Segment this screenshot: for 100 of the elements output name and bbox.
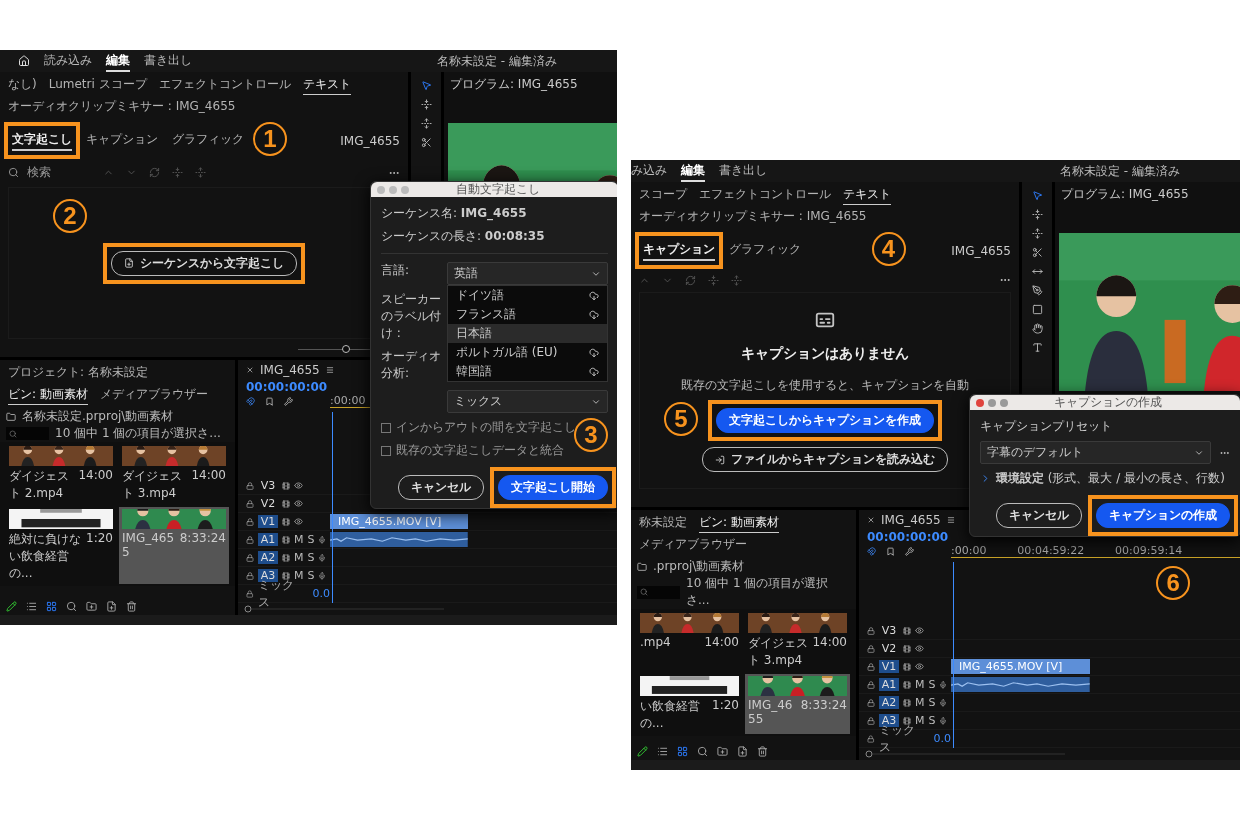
dialog-button[interactable]: 文字起こし開始 — [498, 475, 608, 500]
track-target[interactable]: V3 — [879, 624, 899, 637]
track-target[interactable]: V1 — [879, 660, 899, 673]
panel-tab[interactable]: オーディオクリップミキサー : IMG_4655 — [8, 97, 236, 117]
caption-button[interactable]: 文字起こしからキャプションを作成 — [716, 408, 934, 433]
sub-tab[interactable]: 文字起こし — [12, 130, 72, 151]
ruler-tick: 00:04:59:22 — [1017, 544, 1085, 557]
mute-toggle[interactable]: M — [915, 678, 925, 691]
language-select[interactable]: 英語 — [447, 262, 608, 285]
clip-name: 絶対に負けない飲食経営の... — [9, 531, 82, 582]
clip-item[interactable]: .mp4 14:00 — [637, 611, 742, 671]
checkbox-label: 既存の文字起こしデータと統合 — [396, 442, 564, 459]
track-target[interactable]: V2 — [879, 642, 899, 655]
sub-tab[interactable]: キャプション — [86, 130, 158, 151]
step-number: 5 — [664, 402, 698, 436]
clip-duration: 14:00 — [78, 468, 113, 482]
clip-name: IMG_4655 — [122, 531, 176, 559]
dialog-button[interactable]: キャプションの作成 — [1096, 503, 1230, 528]
panel-tab[interactable]: メディアブラウザー — [99, 385, 208, 405]
search-field[interactable]: 検索 — [8, 164, 91, 181]
language-option[interactable]: フランス語 — [448, 305, 607, 324]
timeline-tab[interactable]: IMG_4655 — [260, 363, 320, 377]
mute-toggle[interactable]: M — [294, 533, 304, 546]
step-number: 6 — [1156, 566, 1191, 600]
timeline-tab[interactable]: IMG_4655 — [881, 513, 941, 527]
mix-value[interactable]: 0.0 — [933, 732, 951, 745]
panel-tab[interactable]: オーディオクリップミキサー : IMG_4655 — [639, 207, 867, 227]
panel-tab[interactable]: プロジェクト: 名称未設定 — [8, 363, 148, 383]
clip-item[interactable]: ダイジェスト 2.mp4 14:00 — [6, 444, 116, 504]
mute-toggle[interactable]: M — [915, 714, 925, 727]
timecode: 00:00:00:00 — [866, 530, 950, 544]
clip-duration: 14:00 — [812, 635, 847, 649]
clip-item[interactable]: IMG_4655 8:33:24 — [119, 507, 229, 584]
clip-name: い飲食経営の... — [640, 698, 701, 732]
track-target[interactable]: A3 — [258, 569, 278, 582]
clip-item[interactable]: IMG_4655 8:33:24 — [745, 674, 850, 734]
dialog-button[interactable]: キャンセル — [398, 475, 484, 500]
panel-tab[interactable]: エフェクトコントロール — [699, 185, 831, 205]
clip-item[interactable]: い飲食経営の... 1:20 — [637, 674, 742, 734]
track-target[interactable]: V2 — [258, 497, 278, 510]
solo-toggle[interactable]: S — [307, 533, 315, 546]
language-option[interactable]: ポルトガル語 (EU) — [448, 343, 607, 362]
panel-tab[interactable]: テキスト — [302, 75, 351, 95]
track-target[interactable]: A1 — [879, 678, 899, 691]
solo-toggle[interactable]: S — [928, 696, 936, 709]
mute-toggle[interactable]: M — [915, 696, 925, 709]
sub-tab[interactable]: グラフィック — [172, 130, 244, 151]
panel-tab[interactable]: スコープ — [639, 185, 687, 205]
caption-button[interactable]: ファイルからキャプションを読み込む — [702, 447, 948, 472]
menu-tab[interactable]: 書き出し — [144, 50, 192, 72]
panel-tab[interactable]: テキスト — [843, 185, 891, 205]
language-option[interactable]: 日本語 — [448, 324, 607, 343]
ruler-tick: :00:00 — [951, 544, 987, 557]
track-target[interactable]: V1 — [258, 515, 278, 528]
clip-item[interactable]: ダイジェスト 3.mp4 14:00 — [119, 444, 229, 504]
solo-toggle[interactable]: S — [307, 551, 315, 564]
empty-description: 既存の文字起こしを使用すると、キャプションを自動 — [681, 377, 969, 394]
field-label: オーディオ分析: — [381, 348, 442, 382]
panel-tab[interactable]: なし) — [8, 75, 37, 95]
language-option[interactable]: ドイツ語 — [448, 286, 607, 305]
solo-toggle[interactable]: S — [307, 569, 315, 582]
track-target[interactable]: A3 — [879, 714, 899, 727]
bin-path: 名称未設定.prproj\動画素材 — [22, 408, 174, 425]
audio-select[interactable]: ミックス — [447, 390, 608, 413]
menu-tab[interactable]: み込み — [631, 160, 667, 182]
mute-toggle[interactable]: M — [294, 551, 304, 564]
field-label: キャプションプリセット — [980, 418, 1113, 435]
field-label: 言語: — [381, 262, 411, 279]
preset-select[interactable]: 字幕のデフォルト — [980, 441, 1211, 464]
window-title: 名称未設定 - 編集済み — [437, 52, 557, 70]
track-target[interactable]: V3 — [258, 479, 278, 492]
panel-tab[interactable]: ビン: 動画素材 — [8, 385, 88, 405]
sub-tab[interactable]: グラフィック — [729, 240, 801, 261]
track-target[interactable]: A2 — [258, 551, 278, 564]
clip-duration: 1:20 — [86, 531, 113, 545]
sub-tab[interactable]: キャプション — [643, 240, 715, 261]
track-target[interactable]: A2 — [879, 696, 899, 709]
transcribe-sequence-button[interactable]: シーケンスから文字起こし — [111, 250, 297, 276]
sequence-name: IMG_4655 — [951, 243, 1011, 258]
clip-item[interactable]: ダイジェスト 3.mp4 14:00 — [745, 611, 850, 671]
dialog-button[interactable]: キャンセル — [996, 503, 1082, 528]
mix-value[interactable]: 0.0 — [312, 587, 330, 600]
solo-toggle[interactable]: S — [928, 714, 936, 727]
ruler-tick: :00:00 — [330, 394, 366, 407]
panel-tab[interactable]: 称未設定 — [639, 513, 687, 533]
panel-tab[interactable]: ビン: 動画素材 — [699, 513, 779, 533]
solo-toggle[interactable]: S — [928, 678, 936, 691]
mute-toggle[interactable]: M — [294, 569, 304, 582]
ruler-tick: 00:09:59:14 — [1115, 544, 1183, 557]
sequence-info: シーケンス名: IMG_4655 — [381, 205, 528, 222]
menu-tab[interactable]: 読み込み — [44, 50, 92, 72]
clip-item[interactable]: 絶対に負けない飲食経営の... 1:20 — [6, 507, 116, 584]
track-target[interactable]: A1 — [258, 533, 278, 546]
panel-tab[interactable]: Lumetri スコープ — [48, 75, 147, 95]
panel-tab[interactable]: メディアブラウザー — [639, 535, 747, 555]
language-option[interactable]: 韓国語 — [448, 362, 607, 381]
menu-tab[interactable]: 書き出し — [719, 160, 767, 182]
clip-duration: 8:33:24 — [179, 531, 226, 545]
clip-name: IMG_4655 — [748, 698, 794, 726]
panel-tab[interactable]: エフェクトコントロール — [158, 75, 291, 95]
